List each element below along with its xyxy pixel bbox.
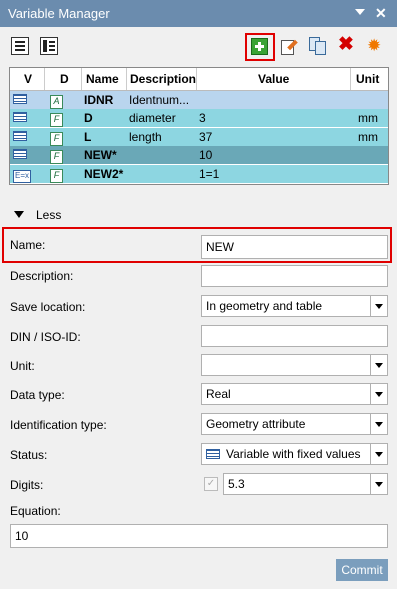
digits-select[interactable]: 5.3 <box>223 473 388 495</box>
table-row[interactable]: E=x F NEW2* 1=1 <box>10 164 388 183</box>
title-bar: Variable Manager ✕ <box>0 0 397 27</box>
cell-value: 1=1 <box>199 166 220 181</box>
digits-checkbox[interactable]: ✓ <box>204 477 218 491</box>
unit-label: Unit: <box>10 359 35 373</box>
close-icon[interactable]: ✕ <box>375 3 387 23</box>
commit-button[interactable]: Commit <box>336 559 388 581</box>
identification-type-value: Geometry attribute <box>206 417 306 431</box>
type-f-icon: F <box>50 113 63 128</box>
column-header-value[interactable]: Value <box>258 72 289 86</box>
table-row[interactable]: F Llength 37 mm <box>10 127 388 146</box>
name-label: Name: <box>10 238 46 252</box>
table-row[interactable]: F NEW* 10 <box>10 146 388 165</box>
digits-value: 5.3 <box>228 477 245 491</box>
cell-name: D <box>84 111 93 126</box>
din-iso-label: DIN / ISO-ID: <box>10 330 81 344</box>
add-variable-icon[interactable] <box>251 38 268 55</box>
cell-description: length <box>129 129 162 144</box>
status-label: Status: <box>10 448 48 462</box>
identification-type-select[interactable]: Geometry attribute <box>201 413 388 435</box>
table-header: V D Name Description Value Unit <box>10 68 388 91</box>
chevron-down-icon[interactable] <box>370 474 387 494</box>
cell-name: NEW2* <box>84 166 124 181</box>
cell-unit: mm <box>358 129 378 144</box>
table-row[interactable]: F Ddiameter 3 mm <box>10 109 388 128</box>
cell-unit: mm <box>358 111 378 126</box>
collapse-triangle-icon[interactable] <box>14 211 24 218</box>
settings-gear-icon[interactable]: ✹ <box>367 35 381 57</box>
column-header-v[interactable]: V <box>24 72 32 86</box>
chevron-down-icon[interactable] <box>370 296 387 316</box>
data-type-value: Real <box>206 387 231 401</box>
unit-select[interactable] <box>201 354 388 376</box>
less-toggle[interactable]: Less <box>36 208 61 222</box>
column-header-unit[interactable]: Unit <box>356 72 379 86</box>
column-header-name[interactable]: Name <box>86 72 119 86</box>
window-title: Variable Manager <box>8 6 110 21</box>
description-label: Description: <box>10 269 74 283</box>
table-icon <box>206 449 220 459</box>
cell-name: L <box>84 129 92 144</box>
cell-description: Identnum... <box>129 93 190 107</box>
type-f-icon: F <box>50 131 63 146</box>
identification-type-label: Identification type: <box>10 418 107 432</box>
din-iso-input[interactable] <box>201 325 388 347</box>
column-header-d[interactable]: D <box>60 72 69 86</box>
status-value: Variable with fixed values <box>226 447 361 461</box>
column-header-description[interactable]: Description <box>130 72 196 86</box>
chevron-down-icon[interactable] <box>370 444 387 464</box>
table-icon <box>13 94 27 104</box>
data-type-select[interactable]: Real <box>201 383 388 405</box>
digits-label: Digits: <box>10 478 44 492</box>
table-view-icon[interactable] <box>11 37 29 55</box>
table-icon <box>13 130 27 141</box>
type-f-icon: F <box>50 150 63 165</box>
save-location-value: In geometry and table <box>206 299 323 313</box>
save-location-label: Save location: <box>10 300 86 314</box>
cell-value: 10 <box>199 148 213 163</box>
data-type-label: Data type: <box>10 388 65 402</box>
variables-table: V D Name Description Value Unit A IDNR Ide… <box>9 67 389 185</box>
table-icon <box>13 112 27 123</box>
cell-name: IDNR <box>84 93 114 107</box>
cell-value: 3 <box>199 111 206 126</box>
copy-variable-icon[interactable] <box>309 37 327 55</box>
delete-variable-icon[interactable]: ✖ <box>338 34 354 56</box>
detail-view-icon[interactable] <box>40 37 58 55</box>
chevron-down-icon[interactable] <box>370 355 387 375</box>
formula-icon: E=x <box>13 169 31 183</box>
table-row[interactable]: A IDNR Identnum... <box>10 91 388 109</box>
equation-input[interactable]: 10 <box>10 524 388 548</box>
name-input[interactable]: NEW <box>201 235 388 259</box>
type-a-icon: A <box>50 95 63 109</box>
cell-description: diameter <box>129 111 176 126</box>
save-location-select[interactable]: In geometry and table <box>201 295 388 317</box>
table-icon <box>13 149 27 160</box>
cell-name: NEW* <box>84 148 117 163</box>
type-f-icon: F <box>50 168 63 183</box>
chevron-down-icon[interactable] <box>370 414 387 434</box>
pin-dropdown-icon[interactable] <box>355 9 365 15</box>
chevron-down-icon[interactable] <box>370 384 387 404</box>
description-input[interactable] <box>201 265 388 287</box>
equation-label: Equation: <box>10 504 61 518</box>
cell-value: 37 <box>199 129 213 144</box>
edit-variable-icon[interactable] <box>281 38 298 55</box>
status-select[interactable]: Variable with fixed values <box>201 443 388 465</box>
